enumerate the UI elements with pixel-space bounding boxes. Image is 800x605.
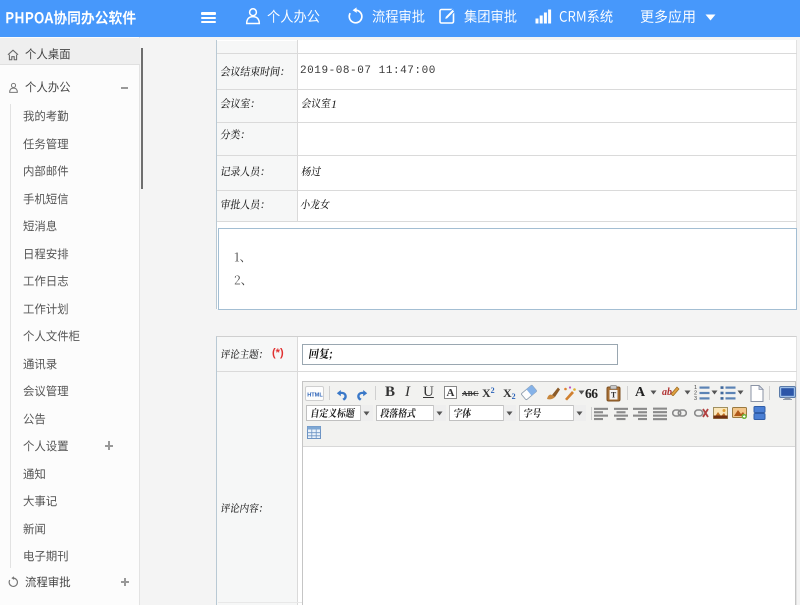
svg-text:T: T	[611, 390, 617, 399]
svg-text:HTML: HTML	[307, 392, 323, 398]
svg-text:3: 3	[694, 396, 697, 401]
